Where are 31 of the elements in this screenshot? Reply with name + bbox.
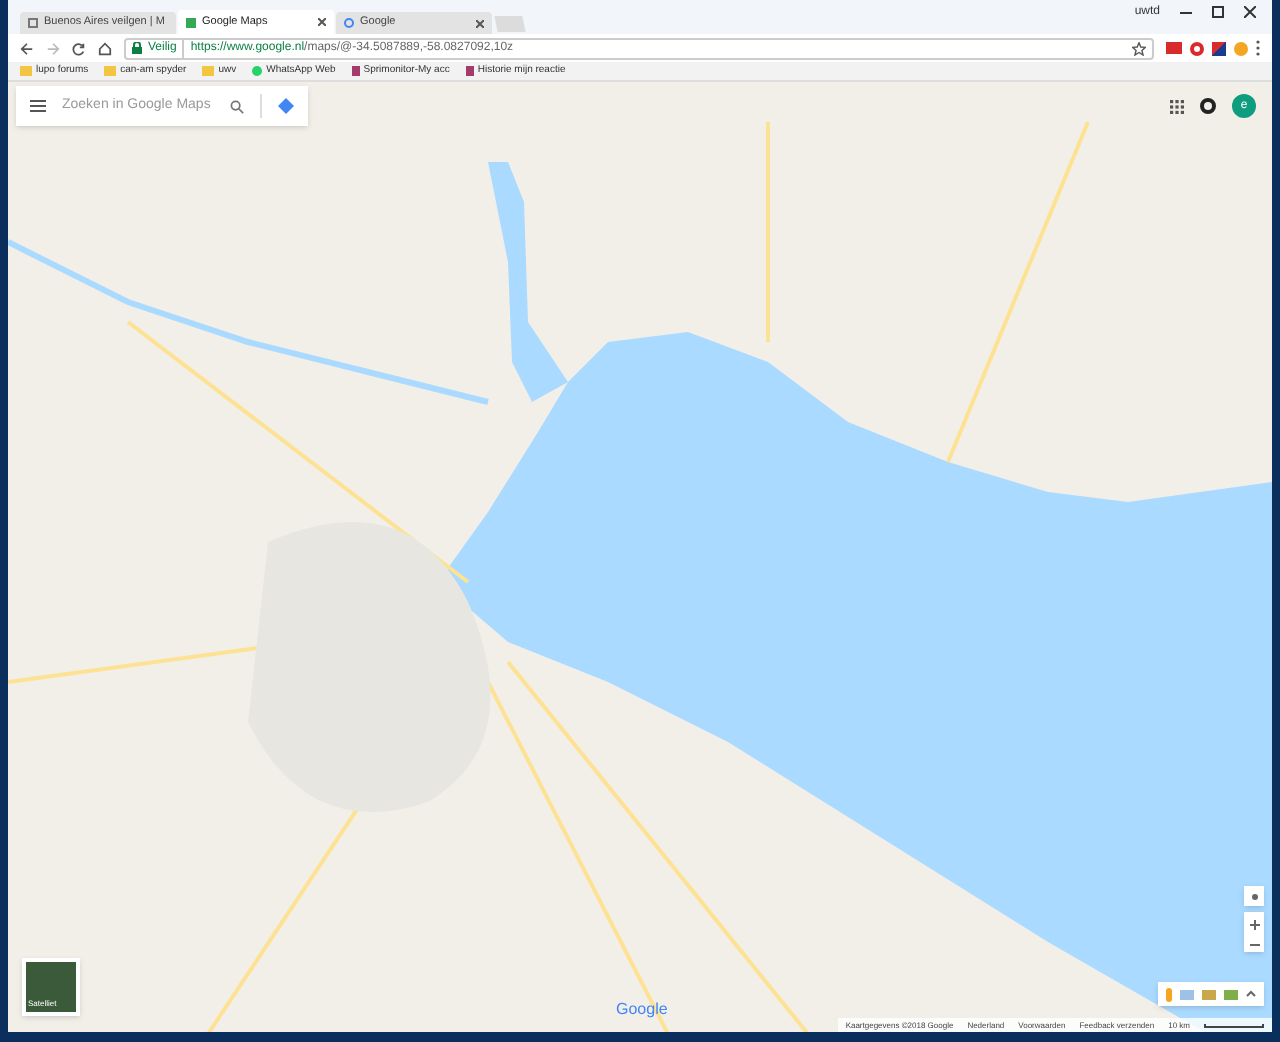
home-icon[interactable] [98, 41, 112, 55]
expand-icon[interactable] [1246, 990, 1256, 998]
close-icon[interactable] [476, 19, 484, 27]
zoom-control[interactable] [1244, 912, 1264, 952]
back-icon[interactable] [20, 41, 34, 55]
folder-icon [202, 66, 215, 76]
directions-icon[interactable] [278, 98, 294, 114]
my-location-button[interactable] [1244, 886, 1264, 906]
page-icon [465, 66, 474, 76]
close-icon[interactable] [318, 18, 326, 26]
tab-favicon [28, 18, 38, 28]
minimize-icon[interactable] [1180, 11, 1192, 13]
google-logo: Google [616, 998, 668, 1022]
page-icon [351, 66, 360, 76]
menu-icon[interactable] [30, 100, 46, 112]
folder-icon [20, 66, 32, 76]
close-icon[interactable] [1244, 6, 1256, 18]
folder-icon [104, 66, 117, 76]
minus-icon[interactable] [1249, 943, 1259, 945]
reload-icon[interactable] [72, 41, 86, 55]
tab-favicon [186, 17, 196, 27]
scale-bar [1204, 1023, 1264, 1027]
chat-icon [252, 66, 263, 76]
plus-icon[interactable] [1249, 919, 1259, 929]
maximize-icon[interactable] [1212, 6, 1224, 18]
star-icon[interactable] [1132, 41, 1146, 55]
tab-favicon [344, 18, 354, 28]
search-icon[interactable] [230, 99, 244, 113]
apps-grid-icon[interactable] [1170, 99, 1184, 113]
location-icon [1251, 893, 1257, 899]
lock-icon [132, 42, 142, 54]
